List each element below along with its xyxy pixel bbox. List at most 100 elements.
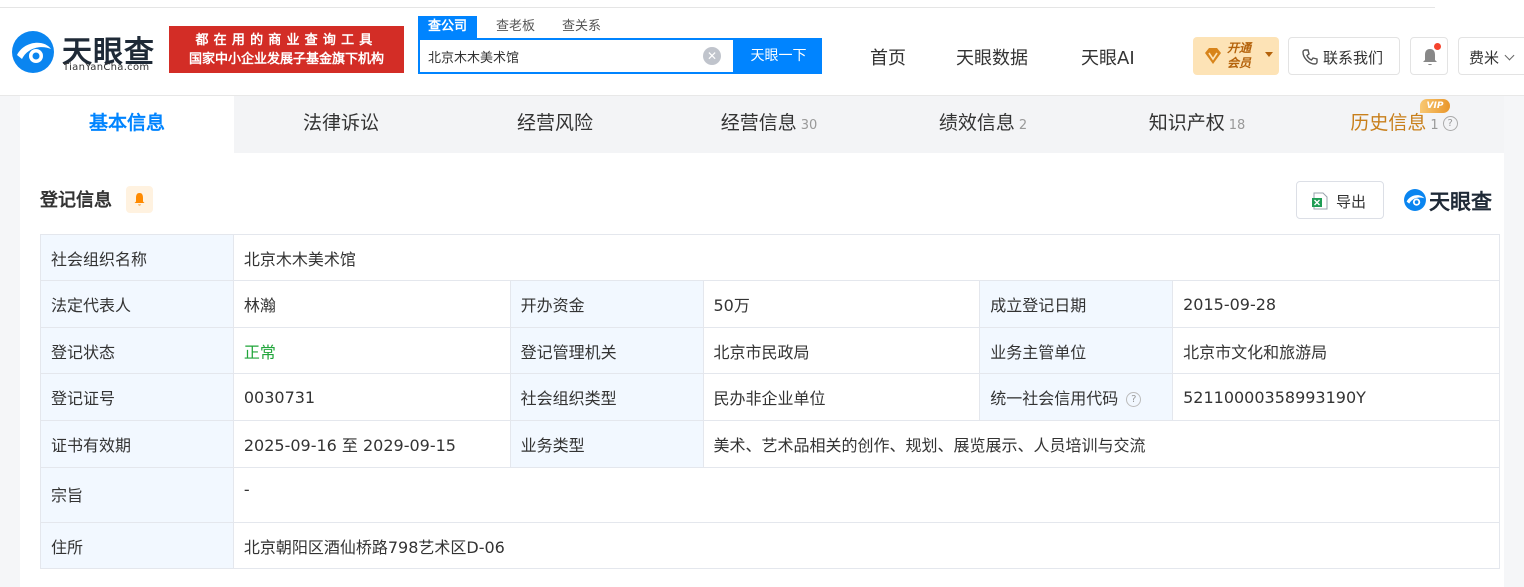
tab-label: 法律诉讼	[302, 112, 379, 134]
legal-rep-value[interactable]: 林瀚	[232, 280, 511, 328]
reg-date-value: 2015-09-28	[1172, 280, 1500, 328]
detail-tabs: 基本信息 法律诉讼 经营风险 经营信息 30 绩效信息 2 知识产权 18 历史信息 1…	[20, 96, 1504, 153]
user-menu[interactable]: 费米	[1458, 37, 1524, 75]
top-header: 天眼查 TianYanCha.com 都在用的商业查询工具 国家中小企业发展子基…	[0, 0, 1524, 96]
validity-label: 证书有效期	[40, 420, 234, 468]
table-row: 证书有效期 2025-09-16 至 2029-09-15 业务类型 美术、艺术…	[40, 420, 1500, 468]
search-box: ✕	[418, 38, 735, 74]
tab-count: 30	[800, 118, 818, 133]
notification-dot	[1434, 43, 1441, 50]
export-button[interactable]: 导出	[1296, 181, 1384, 219]
help-icon[interactable]: ?	[1126, 392, 1142, 407]
org-name-value: 北京木木美术馆	[232, 234, 1501, 281]
tab-risk[interactable]: 经营风险	[448, 96, 662, 153]
address-value: 北京朝阳区酒仙桥路798艺术区D-06	[232, 522, 1501, 569]
vip-label: 开通 会员	[1227, 41, 1251, 71]
bell-icon	[134, 193, 145, 206]
tab-label: 经营风险	[516, 112, 593, 134]
tab-count: 2	[1018, 118, 1028, 133]
clear-icon[interactable]: ✕	[703, 47, 721, 65]
business-type-value: 美术、艺术品相关的创作、规划、展览展示、人员培训与交流	[702, 420, 1500, 468]
org-type-label: 社会组织类型	[509, 373, 704, 421]
tab-label: 绩效信息	[938, 112, 1015, 134]
search-tab-relation[interactable]: 查关系	[562, 16, 601, 38]
nav-tianyan-ai[interactable]: 天眼AI	[1081, 44, 1135, 70]
header-divider	[0, 7, 1435, 8]
supervisor-value: 北京市文化和旅游局	[1172, 327, 1500, 374]
tab-legal[interactable]: 法律诉讼	[234, 96, 448, 153]
validity-value: 2025-09-16 至 2029-09-15	[232, 420, 511, 468]
user-name: 费米	[1469, 49, 1500, 67]
bell-icon	[1423, 49, 1437, 66]
org-name-label: 社会组织名称	[40, 234, 234, 281]
vip-label-line-2: 会员	[1227, 56, 1252, 70]
search-tab-boss[interactable]: 查老板	[496, 16, 535, 38]
credit-code-label: 统一社会信用代码	[990, 389, 1119, 408]
org-type-value: 民办非企业单位	[702, 373, 981, 421]
table-row: 登记证号 0030731 社会组织类型 民办非企业单位 统一社会信用代码? 52…	[40, 373, 1500, 421]
tab-count: 1	[1430, 118, 1439, 133]
tab-performance[interactable]: 绩效信息 2	[876, 96, 1090, 153]
brand-watermark-text: 天眼查	[1429, 190, 1492, 214]
table-row: 宗旨 -	[40, 467, 1501, 523]
cert-no-value: 0030731	[232, 373, 511, 421]
tab-label: 经营信息	[720, 112, 797, 134]
supervisor-label: 业务主管单位	[979, 327, 1174, 374]
caret-down-icon	[1265, 52, 1273, 57]
table-row: 登记状态 正常 登记管理机关 北京市民政局 业务主管单位 北京市文化和旅游局	[40, 327, 1500, 374]
status-value: 正常	[232, 327, 511, 374]
vip-label-line-1: 开通	[1227, 41, 1252, 55]
purpose-value: -	[232, 467, 1501, 523]
table-row: 社会组织名称 北京木木美术馆	[40, 234, 1501, 281]
purpose-label: 宗旨	[40, 467, 234, 523]
export-label: 导出	[1336, 193, 1367, 211]
vip-badge: VIP	[1420, 99, 1450, 113]
excel-icon	[1312, 192, 1328, 210]
open-vip-button[interactable]: 开通 会员	[1193, 37, 1279, 75]
help-icon[interactable]: ?	[1442, 116, 1458, 131]
diamond-icon	[1205, 48, 1221, 64]
credit-code-value: 52110000358993190Y	[1172, 373, 1500, 421]
capital-label: 开办资金	[509, 280, 704, 328]
capital-value: 50万	[702, 280, 981, 328]
nav-home[interactable]: 首页	[870, 44, 906, 70]
logo-eye-icon	[12, 31, 54, 73]
chevron-down-icon	[1504, 50, 1515, 61]
tab-operations[interactable]: 经营信息 30	[662, 96, 876, 153]
logo-domain: TianYanCha.com	[63, 62, 150, 73]
logo-eye-icon	[1404, 189, 1426, 211]
registration-table: 社会组织名称 北京木木美术馆 法定代表人 林瀚 开办资金 50万 成立登记日期 …	[40, 234, 1501, 569]
reg-date-label: 成立登记日期	[979, 280, 1174, 328]
status-label: 登记状态	[40, 327, 234, 374]
section-title: 登记信息	[40, 190, 112, 211]
notification-button[interactable]	[1410, 37, 1448, 75]
tab-label: 知识产权	[1148, 112, 1225, 134]
legal-rep-label: 法定代表人	[40, 280, 234, 328]
slogan-line-2: 国家中小企业发展子基金旗下机构	[188, 52, 384, 67]
tab-count: 18	[1228, 118, 1246, 133]
subscribe-bell-button[interactable]	[126, 186, 153, 213]
authority-label: 登记管理机关	[509, 327, 704, 374]
authority-value: 北京市民政局	[702, 327, 981, 374]
table-row: 法定代表人 林瀚 开办资金 50万 成立登记日期 2015-09-28	[40, 280, 1500, 328]
search-tab-company[interactable]: 查公司	[418, 16, 478, 38]
credit-code-cell: 统一社会信用代码?	[979, 373, 1174, 421]
tab-label: 历史信息	[1350, 112, 1427, 134]
search-button[interactable]: 天眼一下	[735, 38, 822, 74]
table-row: 住所 北京朝阳区酒仙桥路798艺术区D-06	[40, 522, 1501, 569]
nav-tianyan-data[interactable]: 天眼数据	[956, 44, 1028, 70]
tab-ip[interactable]: 知识产权 18	[1090, 96, 1304, 153]
tianyancha-logo[interactable]: 天眼查 TianYanCha.com	[10, 27, 162, 75]
business-type-label: 业务类型	[509, 420, 704, 468]
address-label: 住所	[40, 522, 234, 569]
slogan-line-1: 都在用的商业查询工具	[195, 33, 378, 48]
tab-basic-info[interactable]: 基本信息	[20, 96, 234, 153]
search-input[interactable]	[428, 40, 698, 72]
contact-us-label: 联系我们	[1323, 49, 1384, 67]
tab-history[interactable]: 历史信息 1?	[1304, 96, 1504, 153]
phone-icon	[1302, 49, 1318, 65]
slogan-banner: 都在用的商业查询工具 国家中小企业发展子基金旗下机构	[169, 26, 404, 73]
contact-us-button[interactable]: 联系我们	[1288, 37, 1400, 75]
tab-label: 基本信息	[88, 112, 165, 134]
cert-no-label: 登记证号	[40, 373, 234, 421]
